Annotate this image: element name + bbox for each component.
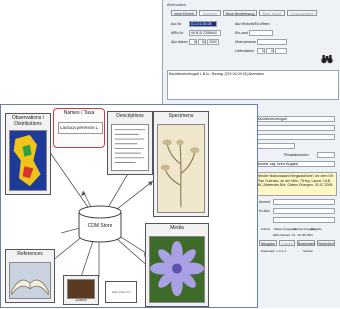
acc-history-link[interactable]: Akz.Historie/Eh.öffnen <box>235 22 270 26</box>
summary-text: Bacidiomecebugaß L.B.In.; Bewag. [229-04… <box>169 72 265 76</box>
ein-label: Ein.card <box>235 31 248 35</box>
sort-button[interactable]: Ordnen <box>279 240 295 246</box>
new-determination-button[interactable]: Neue Bestimmung <box>223 10 257 16</box>
eingeg-field[interactable]: Bacidiomecebugaß <box>255 116 335 122</box>
summary-box: Bacidiomecebugaß L.B.In.; Bewag. [229-04… <box>167 70 339 100</box>
search-label[interactable]: Suchen <box>303 249 313 253</box>
edv-sale-label: EDV-Verkauf: 13 . 25.08.2004 <box>273 233 313 237</box>
cdm-store-label[interactable]: CDM Store <box>77 223 123 229</box>
media-title: Media <box>170 225 184 231</box>
flower-photo-image <box>149 236 205 303</box>
specimens-box[interactable]: Specimens <box>153 111 209 217</box>
uses-box[interactable]: Uses <box>63 275 99 305</box>
taxon-name-field[interactable]: Lactuca perennis L. <box>58 122 103 134</box>
kv-label: Kv.Akz <box>259 209 270 213</box>
references-title: References <box>17 251 43 257</box>
edit-button[interactable]: Bearbeiten <box>297 240 315 246</box>
help-label: Help Char 0.0 <box>111 290 131 294</box>
help-box[interactable]: Help Char 0.0 <box>105 281 137 303</box>
map-icon <box>10 131 46 190</box>
acc-label: Acc.Nr. <box>171 22 183 26</box>
field-row-extra[interactable] <box>273 217 335 223</box>
lieferdatum-year-field[interactable] <box>275 48 287 54</box>
description-text-image <box>111 124 149 171</box>
acc-field[interactable]: ICJ-01-05-08 <box>189 21 217 27</box>
document-icon <box>114 129 146 163</box>
descriptions-title: Descriptions <box>116 113 144 119</box>
fuss-field[interactable]: Beweis: tag: keine Angabe <box>255 161 335 167</box>
binoculars-icon[interactable] <box>321 54 333 64</box>
close-button[interactable]: Schließen <box>317 240 335 246</box>
synonymize-button[interactable]: Synonymisiere <box>287 10 317 16</box>
uses-image <box>67 279 95 299</box>
references-box[interactable]: References <box>5 249 55 303</box>
window-title: Abrevation <box>167 2 187 7</box>
input-label[interactable]: Eingabe <box>311 227 322 231</box>
field-row-4[interactable] <box>255 143 295 149</box>
record-label: Datensatz: 1 von 1 <box>261 249 287 253</box>
copy-button[interactable]: Kopieren <box>199 10 221 16</box>
names-taxa-title: Names / Taxa <box>63 110 95 116</box>
plant-specimen-icon <box>158 125 204 212</box>
bio-field[interactable] <box>255 125 335 131</box>
locality-text: Weidler Nationalpark Bergwaldhöhe, vor d… <box>257 174 334 187</box>
kv-field[interactable] <box>273 208 335 214</box>
ein-field[interactable] <box>249 30 273 36</box>
observations-title: Observations / Distributions <box>11 115 45 127</box>
observations-box[interactable]: Observations / Distributions <box>5 113 51 195</box>
media-box[interactable]: Media <box>145 223 209 307</box>
book-icon <box>10 263 50 298</box>
date-month-field[interactable]: 10 <box>198 39 206 45</box>
privatakz-label: Privatakzession <box>284 153 309 157</box>
new-output-button[interactable]: Neugabe <box>259 240 277 246</box>
mrh-field[interactable]: IM-B-B-2258A00 <box>189 30 221 36</box>
mrh-label: MRh.Nr. <box>171 31 184 35</box>
field-row-3[interactable] <box>255 134 335 140</box>
herbarium-sheet-image <box>157 124 205 213</box>
new-unit-button[interactable]: neue Einheit <box>171 10 197 16</box>
uebernommen-label: Übernommen <box>235 40 257 44</box>
uebernommen-field[interactable] <box>257 39 287 45</box>
book-image <box>9 262 51 299</box>
lieferdatum-day-field[interactable]: 0 <box>257 48 265 54</box>
lieferdatum-month-field[interactable]: 0 <box>266 48 274 54</box>
flower-icon <box>150 237 204 302</box>
back-label[interactable]: Zurück <box>261 227 270 231</box>
specimens-title: Specimens <box>168 113 194 119</box>
cdm-store-diagram: Observations / Distributions Names / Tax… <box>0 104 258 308</box>
date-label: Akz.datum <box>171 40 188 44</box>
date-day-field[interactable]: 6 <box>189 39 197 45</box>
distribution-map-image <box>9 130 47 191</box>
date-year-field[interactable]: 2000 <box>207 39 219 45</box>
amend-field[interactable] <box>273 199 335 205</box>
privatakz-field[interactable] <box>317 152 335 158</box>
edit-coord-button[interactable]: Bear. Koord <box>259 10 285 16</box>
amend-label: Amend <box>259 200 271 204</box>
lieferdatum-label: Lieferdatum <box>235 49 254 53</box>
names-taxa-box[interactable]: Names / Taxa Lactuca perennis L. <box>53 108 105 148</box>
locality-box[interactable]: Weidler Nationalpark Bergwaldhöhe, vor d… <box>255 172 337 196</box>
descriptions-box[interactable]: Descriptions <box>107 111 153 175</box>
